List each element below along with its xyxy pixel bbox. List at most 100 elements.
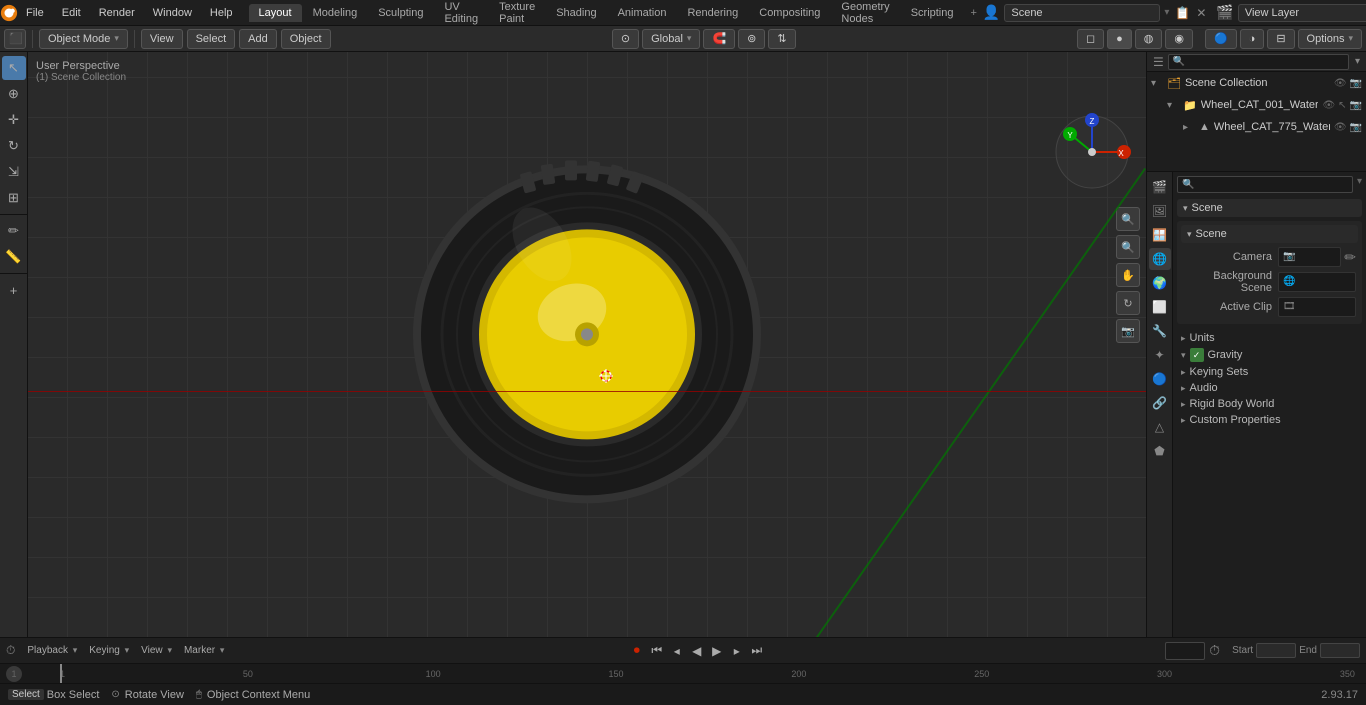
tab-compositing[interactable]: Compositing [749,4,830,22]
camera-btn[interactable]: 📷 [1116,319,1140,343]
navigation-gizmo[interactable]: X Y Z [1052,112,1132,192]
frame-circle[interactable]: 1 [6,666,22,682]
background-scene-field[interactable]: 🌐 [1278,272,1356,292]
units-row[interactable]: ▸ Units [1177,330,1362,346]
view-menu-btn[interactable]: View ▾ [137,644,176,657]
menu-render[interactable]: Render [91,4,143,22]
add-obj-tool-btn[interactable]: + [2,278,26,302]
record-btn[interactable]: ⏺ [628,642,646,660]
overlay-btn[interactable]: ◑ [1240,29,1265,49]
props-search-input[interactable] [1177,176,1353,193]
modifier-props-btn[interactable]: 🔧 [1149,320,1171,342]
3d-viewport[interactable]: User Perspective (1) Scene Collection X … [28,52,1146,637]
menu-help[interactable]: Help [202,4,241,22]
view-menu-btn[interactable]: View [141,29,183,49]
tab-animation[interactable]: Animation [608,4,677,22]
transform-btn[interactable]: ⇅ [768,29,795,49]
keying-menu-btn[interactable]: Keying ▾ [85,644,133,657]
render-icon[interactable]: 📷 [1350,78,1362,89]
snap-btn[interactable]: 🧲 [703,29,735,49]
output-props-btn[interactable]: 🖼 [1149,200,1171,222]
object-mode-btn[interactable]: Object Mode ▾ [39,29,128,49]
marker-menu-btn[interactable]: Marker ▾ [180,644,228,657]
prev-frame-btn[interactable]: ◂ [668,642,686,660]
xray-btn[interactable]: ⊟ [1267,29,1294,49]
vis-icon-1[interactable]: 👁 [1322,100,1335,111]
gravity-row[interactable]: ▾ ✓ Gravity [1177,346,1362,364]
filter-icon[interactable]: ▾ [1355,56,1360,67]
menu-file[interactable]: File [18,4,52,22]
jump-end-btn[interactable]: ⏭ [748,642,766,660]
gravity-checkbox[interactable]: ✓ [1190,348,1204,362]
viewport-shading-material[interactable]: ◍ [1135,29,1163,49]
next-frame-btn[interactable]: ▸ [728,642,746,660]
zoom-in-btn[interactable]: 🔍 [1116,207,1140,231]
move-tool-btn[interactable]: ✛ [2,108,26,132]
orbit-btn[interactable]: ↻ [1116,291,1140,315]
proportional-edit-btn[interactable]: ⊚ [738,29,765,49]
object-menu-btn[interactable]: Object [281,29,331,49]
transform-tool-btn[interactable]: ⊞ [2,186,26,210]
menu-window[interactable]: Window [145,4,200,22]
outliner-row-wheel775[interactable]: ▸ ▲ Wheel_CAT_775_Water_* 👁 📷 [1147,116,1366,138]
annotate-tool-btn[interactable]: ✏ [2,219,26,243]
select-tool-btn[interactable]: ↖ [2,56,26,80]
pivot-point-btn[interactable]: ⊙ [612,29,639,49]
render-icon-2[interactable]: 📷 [1350,122,1362,133]
tab-shading[interactable]: Shading [546,4,606,22]
active-clip-field[interactable]: 🎞 [1278,297,1356,317]
scene-subsection-header[interactable]: ▾ Scene [1181,225,1358,243]
tab-texture-paint[interactable]: Texture Paint [489,0,545,28]
scene-props-btn[interactable]: 🌐 [1149,248,1171,270]
viewport-shading-solid[interactable]: ● [1107,29,1132,49]
view-layer-props-btn[interactable]: 🪟 [1149,224,1171,246]
menu-edit[interactable]: Edit [54,4,89,22]
tab-add[interactable]: + [964,4,982,22]
vis-icon[interactable]: 👁 [1334,78,1347,89]
tab-rendering[interactable]: Rendering [677,4,748,22]
tab-modeling[interactable]: Modeling [303,4,368,22]
rigid-body-row[interactable]: ▸ Rigid Body World [1177,396,1362,412]
constraints-props-btn[interactable]: 🔗 [1149,392,1171,414]
frame-ruler-bar[interactable]: 1 1 50 100 150 200 250 300 350 [0,663,1366,683]
viewport-shading-render[interactable]: ◉ [1165,29,1193,49]
view-layer-selector[interactable] [1238,4,1366,22]
select-icon-1[interactable]: ↖ [1338,100,1346,111]
editor-type-btn[interactable]: ⬛ [4,29,26,49]
scene-selector[interactable] [1004,4,1160,22]
rotate-tool-btn[interactable]: ↻ [2,134,26,158]
render-props-btn[interactable]: 🎬 [1149,176,1171,198]
tab-uv-editing[interactable]: UV Editing [434,0,488,28]
options-btn[interactable]: Options ▾ [1298,29,1362,49]
outliner-row-wheel001[interactable]: ▾ 📁 Wheel_CAT_001_Water_Truc 👁 ↖ 📷 [1147,94,1366,116]
scene-section-header[interactable]: ▾ Scene [1177,199,1362,217]
tab-layout[interactable]: Layout [249,4,302,22]
tab-scripting[interactable]: Scripting [901,4,964,22]
playback-menu-btn[interactable]: Playback ▾ [23,644,81,657]
gizmo-btn[interactable]: 🔵 [1205,29,1237,49]
pan-btn[interactable]: ✋ [1116,263,1140,287]
cursor-tool-btn[interactable]: ⊕ [2,82,26,106]
add-menu-btn[interactable]: Add [239,29,277,49]
render-icon-1[interactable]: 📷 [1350,100,1362,111]
keying-sets-row[interactable]: ▸ Keying Sets [1177,364,1362,380]
camera-picker-icon[interactable]: ✏ [1344,249,1356,266]
particles-props-btn[interactable]: ✦ [1149,344,1171,366]
tab-sculpting[interactable]: Sculpting [368,4,433,22]
measure-tool-btn[interactable]: 📏 [2,245,26,269]
tab-geometry-nodes[interactable]: Geometry Nodes [831,0,899,28]
current-frame-input[interactable]: 1 [1165,642,1205,660]
audio-row[interactable]: ▸ Audio [1177,380,1362,396]
props-filter-icon[interactable]: ▾ [1357,176,1362,193]
outliner-scene-collection[interactable]: ▾ 🗂 Scene Collection 👁 📷 [1147,72,1366,94]
object-props-btn[interactable]: ⬜ [1149,296,1171,318]
zoom-out-btn[interactable]: 🔍 [1116,235,1140,259]
select-menu-btn[interactable]: Select [187,29,236,49]
physics-props-btn[interactable]: 🔵 [1149,368,1171,390]
scale-tool-btn[interactable]: ⇲ [2,160,26,184]
play-btn[interactable]: ▶ [708,642,726,660]
play-reverse-btn[interactable]: ◀ [688,642,706,660]
vis-icon-2[interactable]: 👁 [1334,122,1347,133]
jump-start-btn[interactable]: ⏮ [648,642,666,660]
end-frame-input[interactable]: 250 [1320,643,1360,658]
